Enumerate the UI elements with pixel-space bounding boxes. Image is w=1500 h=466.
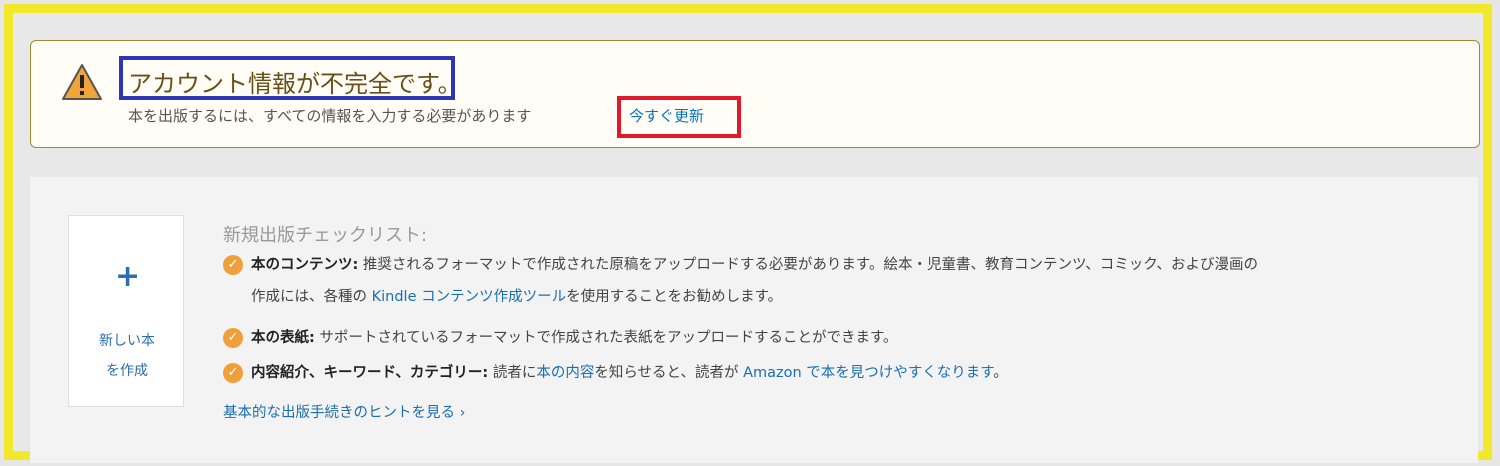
alert-title: アカウント情報が不完全です。 [128,70,462,98]
book-content-link[interactable]: 本の内容 [536,365,594,381]
checklist-item-description: ✓ 内容紹介、キーワード、カテゴリー: 読者に本の内容を知らせると、読者が Ama… [223,361,1008,383]
publishing-hints-link[interactable]: 基本的な出版手続きのヒントを見る › [223,401,465,422]
checklist-item-content-line2: 作成には、各種の Kindle コンテンツ作成ツールを使用することをお勧めします… [251,289,783,305]
check-icon: ✓ [223,328,243,348]
warning-icon [62,64,102,100]
check-icon: ✓ [223,363,243,383]
check-icon: ✓ [223,255,243,275]
alert-message: 本を出版するには、すべての情報を入力する必要があります [128,107,532,125]
update-now-link[interactable]: 今すぐ更新 [629,105,704,126]
checklist-item-content: ✓ 本のコンテンツ: 推奨されるフォーマットで作成された原稿をアップロードする必要… [223,253,1258,275]
highlight-frame: アカウント情報が不完全です。 本を出版するには、すべての情報を入力する必要があり… [4,4,1492,463]
create-new-book-card[interactable]: + 新しい本 を作成 [68,215,184,407]
amazon-discover-link[interactable]: Amazon で本を見つけやすくなります [743,365,993,381]
checklist-title: 新規出版チェックリスト: [223,225,428,246]
new-title-panel: + 新しい本 を作成 新規出版チェックリスト: ✓ 本のコンテンツ: 推奨されるフ… [30,177,1478,463]
create-new-book-label: 新しい本 を作成 [99,333,155,379]
account-incomplete-alert: アカウント情報が不完全です。 本を出版するには、すべての情報を入力する必要があり… [30,40,1480,148]
kindle-tools-link[interactable]: Kindle コンテンツ作成ツール [372,289,567,305]
checklist-item-cover: ✓ 本の表紙: サポートされているフォーマットで作成された表紙をアップロードするこ… [223,326,898,348]
plus-icon: + [115,259,141,294]
